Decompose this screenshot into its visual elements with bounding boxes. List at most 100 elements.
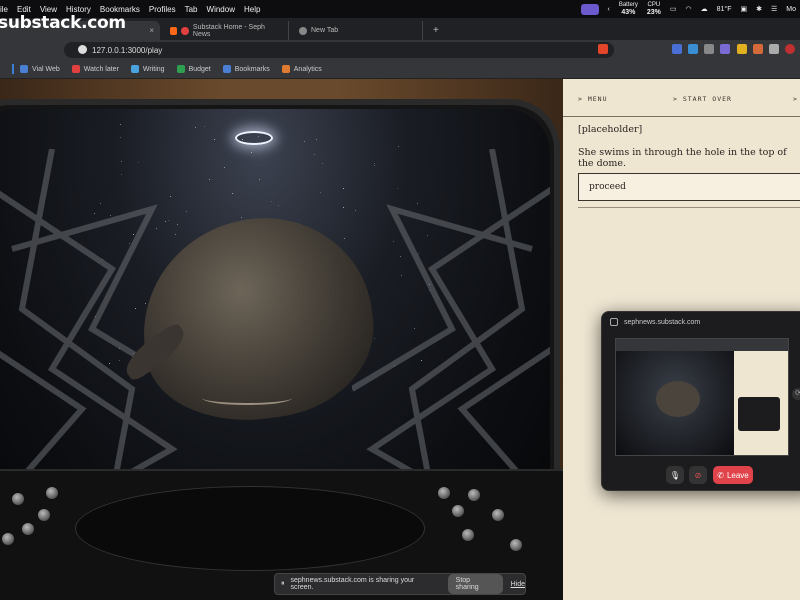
star	[231, 192, 233, 194]
control-center-icon[interactable]: ☰	[771, 5, 777, 13]
console-knob[interactable]	[2, 533, 14, 545]
sharing-notification-bar: ⏸ sephnews.substack.com is sharing your …	[274, 573, 526, 595]
hide-button[interactable]: Hide	[511, 581, 525, 588]
phone-hangup-icon: ✆	[717, 470, 724, 480]
wifi-icon[interactable]: ◠	[686, 5, 692, 13]
bookmark-watch-later[interactable]: Watch later	[71, 65, 119, 73]
bluetooth-icon[interactable]: ✱	[756, 5, 762, 13]
console-knob[interactable]	[12, 493, 24, 505]
extension-icon[interactable]	[704, 44, 714, 54]
star	[214, 139, 216, 141]
screen-share-popup[interactable]: sephnews.substack.com ⟳ 🎙 ⊘ ✆ Leave	[601, 311, 800, 491]
tab-label: Substack Home - Seph News	[192, 23, 265, 38]
extension-icon[interactable]	[672, 44, 682, 54]
console-knob[interactable]	[462, 529, 474, 541]
extension-icon[interactable]	[737, 44, 747, 54]
extension-icon[interactable]	[688, 44, 698, 54]
console-knob[interactable]	[492, 509, 504, 521]
url-text[interactable]: 127.0.0.1:3000/play	[92, 46, 162, 55]
bookmark-bookmarks[interactable]: Bookmarks	[222, 65, 270, 73]
menu-window[interactable]: Window	[207, 5, 235, 14]
stop-sharing-button[interactable]: Stop sharing	[447, 574, 503, 594]
microphone-icon[interactable]: 🎙	[666, 466, 684, 484]
address-bar: ▯ 127.0.0.1:3000/play	[0, 40, 800, 60]
monitor-icon[interactable]: ▭	[670, 5, 677, 13]
star	[259, 178, 261, 180]
console-knob[interactable]	[468, 489, 480, 501]
game-viewport[interactable]	[0, 79, 563, 600]
console-knob[interactable]	[438, 487, 450, 499]
nav-more[interactable]: >	[793, 95, 798, 103]
menu-tab[interactable]: Tab	[185, 5, 198, 14]
menu-profiles[interactable]: Profiles	[149, 5, 176, 14]
extension-icon[interactable]	[753, 44, 763, 54]
media-icon[interactable]: ▣	[740, 5, 747, 13]
battery-stat[interactable]: Battery 43%	[619, 2, 638, 16]
bookmarks-bar: Vial Web Watch later Writing Budget Book…	[0, 60, 800, 79]
whale-jaw	[202, 391, 292, 405]
divider	[12, 64, 14, 74]
camera-off-icon[interactable]: ⊘	[689, 466, 707, 484]
star	[344, 237, 346, 239]
star	[398, 146, 400, 148]
tab-substack-home[interactable]: Substack Home - Seph News	[160, 21, 288, 40]
tab-new-tab[interactable]: New Tab	[288, 21, 422, 40]
analytics-icon	[281, 65, 290, 73]
console-knob[interactable]	[510, 539, 522, 551]
console-knob[interactable]	[38, 509, 50, 521]
bookmark-vial-web[interactable]: Vial Web	[20, 65, 60, 73]
share-preview-thumbnail	[615, 338, 789, 456]
overlay-site-title: substack.com	[0, 13, 126, 33]
placeholder-text: [placeholder]	[578, 124, 643, 135]
nav-menu[interactable]: > MENU	[578, 95, 607, 103]
popup-site: sephnews.substack.com	[624, 318, 701, 326]
bookmark-analytics[interactable]: Analytics	[281, 65, 322, 73]
pause-icon: ⏸	[281, 580, 285, 587]
youtube-icon	[71, 65, 80, 73]
swap-icon[interactable]: ⟳	[792, 388, 800, 400]
star	[119, 124, 121, 126]
bookmarks-icon	[222, 65, 231, 73]
extension-icon[interactable]	[769, 44, 779, 54]
window-icon	[610, 318, 618, 326]
star	[322, 162, 324, 164]
dome-hole-light	[235, 131, 273, 145]
star	[315, 138, 317, 140]
brave-shield-icon[interactable]	[598, 44, 608, 54]
substack-icon	[170, 26, 178, 35]
star	[224, 166, 226, 168]
new-tab-button[interactable]: +	[422, 21, 449, 40]
weather-temp[interactable]: 81°F	[717, 6, 732, 13]
popup-header: sephnews.substack.com	[610, 318, 700, 326]
bookmark-writing[interactable]: Writing	[130, 65, 165, 73]
console-knob[interactable]	[22, 523, 34, 535]
star	[251, 151, 253, 153]
star	[313, 154, 315, 156]
cpu-stat[interactable]: CPU 23%	[647, 2, 661, 16]
story-text: She swims in through the hole in the top…	[578, 147, 787, 169]
weather-icon[interactable]: ☁	[701, 5, 708, 13]
drive-icon	[130, 65, 139, 73]
omnibox[interactable]: 127.0.0.1:3000/play	[64, 42, 614, 58]
chevron-left-icon[interactable]: ‹	[608, 6, 610, 13]
star	[120, 136, 122, 138]
star	[209, 179, 211, 181]
divider	[578, 207, 800, 208]
nav-start-over[interactable]: > START OVER	[673, 95, 732, 103]
tab-label: New Tab	[311, 27, 339, 34]
site-info-icon[interactable]	[78, 45, 87, 54]
proceed-button[interactable]: proceed	[578, 173, 800, 201]
bookmark-budget[interactable]: Budget	[176, 65, 211, 73]
close-tab-icon[interactable]: ×	[149, 26, 154, 35]
user-name[interactable]: Mo	[786, 6, 796, 13]
screen-share-indicator-icon[interactable]	[580, 3, 599, 15]
profile-avatar[interactable]	[785, 44, 795, 54]
console-pad	[75, 486, 425, 571]
star	[304, 141, 306, 143]
console-knob[interactable]	[46, 487, 58, 499]
extension-icon[interactable]	[720, 44, 730, 54]
menu-help[interactable]: Help	[244, 5, 260, 14]
leave-button[interactable]: ✆ Leave	[713, 466, 753, 484]
recording-icon	[181, 26, 189, 35]
console-knob[interactable]	[452, 505, 464, 517]
